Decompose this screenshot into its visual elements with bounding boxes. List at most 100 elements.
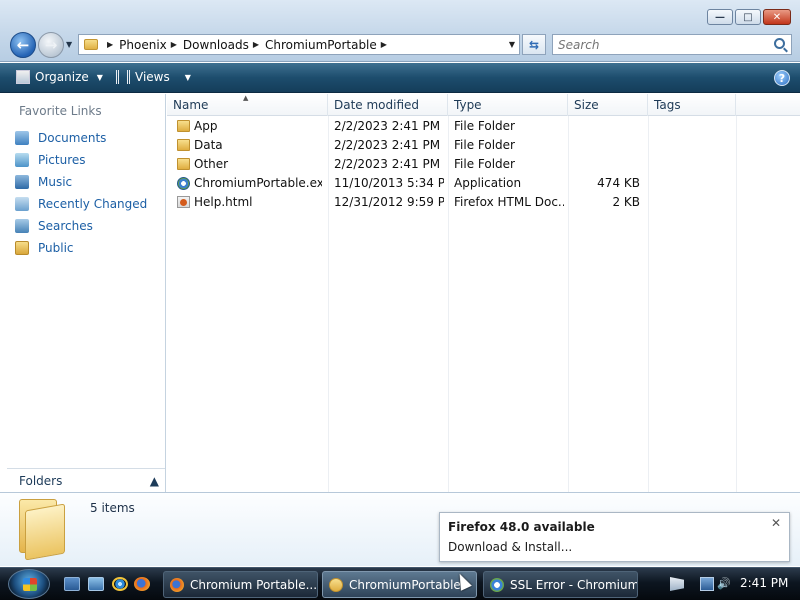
sidebar-item-label: Documents bbox=[38, 131, 107, 145]
address-bar[interactable]: ▶ Phoenix ▶ Downloads ▶ ChromiumPortable… bbox=[78, 34, 520, 55]
file-date-modified: 12/31/2012 9:59 PM bbox=[334, 195, 444, 209]
minimize-button[interactable]: — bbox=[707, 9, 733, 25]
recent-pages-dropdown[interactable]: ▼ bbox=[66, 40, 72, 49]
volume-icon[interactable]: 🔊 bbox=[717, 577, 731, 591]
close-button[interactable]: ✕ bbox=[763, 9, 791, 25]
maximize-button[interactable]: □ bbox=[735, 9, 761, 25]
refresh-icon: ⇆ bbox=[528, 37, 540, 52]
file-size: 2 KB bbox=[612, 195, 640, 209]
download-install-link[interactable]: Download & Install... bbox=[448, 540, 572, 554]
sidebar-item-public[interactable]: Public bbox=[0, 237, 165, 259]
file-row-other[interactable]: Other 2/2/2023 2:41 PM File Folder bbox=[167, 155, 800, 174]
folders-label: Folders bbox=[19, 473, 63, 488]
item-count: 5 items bbox=[90, 501, 135, 515]
chevron-up-icon: ▲ bbox=[149, 473, 159, 488]
refresh-button[interactable]: ⇆ bbox=[522, 34, 546, 55]
column-header-date-modified[interactable]: Date modified bbox=[328, 94, 448, 116]
search-icon[interactable] bbox=[774, 38, 785, 49]
firefox-icon bbox=[170, 577, 184, 592]
file-name: App bbox=[194, 119, 218, 133]
show-desktop-icon[interactable] bbox=[64, 577, 80, 591]
chevron-down-icon: ▼ bbox=[96, 72, 103, 82]
organize-label: Organize bbox=[35, 70, 89, 84]
column-header-tags[interactable]: Tags bbox=[648, 94, 736, 116]
task-chromium-portable[interactable]: Chromium Portable... bbox=[163, 571, 318, 598]
security-flag-icon[interactable] bbox=[670, 577, 684, 591]
chromium-icon bbox=[490, 577, 504, 592]
maximize-icon: □ bbox=[743, 11, 753, 23]
file-name: Other bbox=[194, 157, 229, 171]
views-icon bbox=[116, 70, 130, 84]
network-icon[interactable] bbox=[700, 577, 714, 591]
start-button[interactable] bbox=[8, 569, 50, 599]
chevron-right-icon[interactable]: ▶ bbox=[171, 40, 177, 49]
folder-icon bbox=[329, 577, 343, 592]
folders-toggle[interactable]: Folders ▲ bbox=[7, 468, 165, 492]
sidebar-item-searches[interactable]: Searches bbox=[0, 215, 165, 237]
file-row-help-html[interactable]: Help.html 12/31/2012 9:59 PM Firefox HTM… bbox=[167, 193, 800, 212]
command-bar: Organize ▼ Views ▼ ? bbox=[0, 63, 800, 93]
file-row-chromiumportable-exe[interactable]: ChromiumPortable.exe 11/10/2013 5:34 PM … bbox=[167, 174, 800, 193]
pictures-icon bbox=[15, 153, 29, 167]
folder-icon bbox=[177, 120, 190, 132]
breadcrumb-downloads[interactable]: Downloads bbox=[183, 38, 249, 52]
large-folder-icon bbox=[17, 499, 67, 561]
file-date-modified: 2/2/2023 2:41 PM bbox=[334, 138, 441, 152]
views-label: Views bbox=[135, 70, 170, 84]
task-label: ChromiumPortable bbox=[349, 577, 461, 592]
close-icon[interactable]: ✕ bbox=[771, 516, 781, 530]
file-row-data[interactable]: Data 2/2/2023 2:41 PM File Folder bbox=[167, 136, 800, 155]
file-type: File Folder bbox=[454, 157, 515, 171]
search-input[interactable] bbox=[553, 35, 753, 54]
file-type: Firefox HTML Doc... bbox=[454, 195, 564, 209]
sidebar-item-label: Recently Changed bbox=[38, 197, 148, 211]
file-type: File Folder bbox=[454, 119, 515, 133]
task-label: Chromium Portable... bbox=[190, 577, 318, 592]
clock[interactable]: 2:41 PM bbox=[740, 576, 788, 590]
chevron-right-icon[interactable]: ▶ bbox=[253, 40, 259, 49]
breadcrumb-phoenix[interactable]: Phoenix bbox=[119, 38, 167, 52]
views-button[interactable]: Views ▼ bbox=[116, 70, 191, 84]
sidebar-item-recently-changed[interactable]: Recently Changed bbox=[0, 193, 165, 215]
organize-button[interactable]: Organize ▼ bbox=[16, 70, 103, 84]
chevron-right-icon[interactable]: ▶ bbox=[107, 40, 113, 49]
forward-button[interactable]: → bbox=[38, 32, 64, 58]
column-header-size[interactable]: Size bbox=[568, 94, 648, 116]
chromium-app-icon bbox=[177, 177, 190, 190]
file-date-modified: 2/2/2023 2:41 PM bbox=[334, 157, 441, 171]
favorite-links-list: Documents Pictures Music Recently Change… bbox=[0, 127, 165, 259]
recently-changed-icon bbox=[15, 197, 29, 211]
sidebar-item-music[interactable]: Music bbox=[0, 171, 165, 193]
update-notification[interactable]: Firefox 48.0 available Download & Instal… bbox=[439, 512, 790, 562]
chevron-down-icon: ▼ bbox=[184, 72, 191, 82]
address-dropdown-icon[interactable]: ▼ bbox=[509, 40, 515, 49]
search-box[interactable] bbox=[552, 34, 792, 55]
notification-title: Firefox 48.0 available bbox=[448, 520, 595, 534]
column-header-type[interactable]: Type bbox=[448, 94, 568, 116]
firefox-icon[interactable] bbox=[134, 577, 150, 591]
file-row-app[interactable]: App 2/2/2023 2:41 PM File Folder bbox=[167, 117, 800, 136]
column-header-name[interactable]: Name ▲ bbox=[167, 94, 328, 116]
column-header-row: Name ▲ Date modified Type Size Tags bbox=[167, 94, 800, 116]
folder-icon bbox=[177, 139, 190, 151]
public-folder-icon bbox=[15, 241, 29, 255]
organize-icon bbox=[16, 70, 30, 84]
breadcrumb-chromiumportable[interactable]: ChromiumPortable bbox=[265, 38, 377, 52]
sidebar-item-documents[interactable]: Documents bbox=[0, 127, 165, 149]
column-header-label: Date modified bbox=[334, 98, 420, 112]
sort-ascending-icon: ▲ bbox=[243, 94, 249, 102]
back-button[interactable]: ← bbox=[10, 32, 36, 58]
column-header-label: Size bbox=[574, 98, 599, 112]
navigation-pane: Favorite Links Documents Pictures Music … bbox=[0, 94, 166, 492]
task-ssl-error-chromium[interactable]: SSL Error - Chromium bbox=[483, 571, 638, 598]
switch-windows-icon[interactable] bbox=[88, 577, 104, 591]
internet-explorer-icon[interactable] bbox=[112, 577, 128, 591]
chevron-right-icon[interactable]: ▶ bbox=[381, 40, 387, 49]
help-icon[interactable]: ? bbox=[774, 70, 790, 86]
sidebar-item-pictures[interactable]: Pictures bbox=[0, 149, 165, 171]
sidebar-item-label: Searches bbox=[38, 219, 93, 233]
close-icon: ✕ bbox=[772, 11, 782, 23]
column-header-label: Tags bbox=[654, 98, 681, 112]
forward-arrow-icon: → bbox=[44, 36, 58, 54]
column-header-label: Name bbox=[173, 98, 209, 112]
